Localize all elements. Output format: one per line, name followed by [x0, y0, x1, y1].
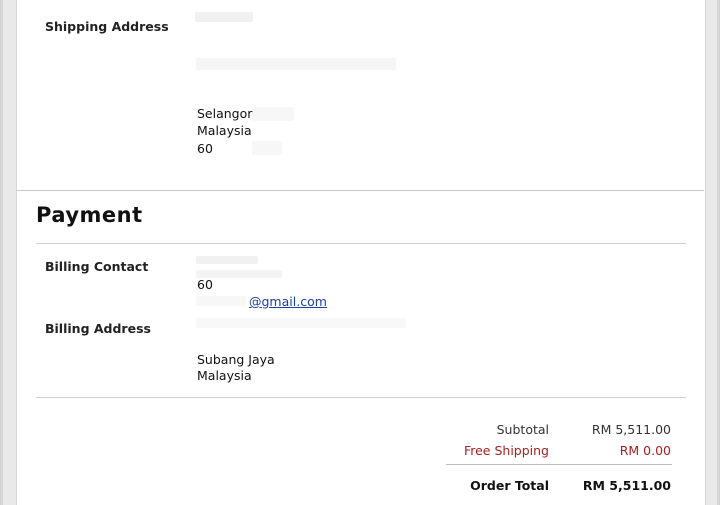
shipping-country: Malaysia	[197, 123, 252, 138]
section-divider	[16, 190, 704, 191]
redacted-text	[196, 256, 258, 264]
redacted-text	[196, 296, 246, 306]
window-edge-left	[0, 0, 3, 505]
payment-title-rule	[36, 243, 686, 244]
billing-contact-email-link[interactable]: @gmail.com	[249, 294, 327, 309]
shipping-address-label: Shipping Address	[45, 19, 169, 34]
redacted-text	[252, 141, 282, 155]
billing-contact-label: Billing Contact	[45, 259, 149, 274]
shipping-phone-prefix: 60	[197, 141, 213, 156]
subtotal-value: RM 5,511.00	[591, 422, 671, 437]
billing-address-label: Billing Address	[45, 321, 151, 336]
redacted-text	[196, 318, 406, 328]
order-total-value: RM 5,511.00	[582, 478, 671, 493]
redacted-text	[252, 107, 294, 121]
totals-rule	[446, 464, 672, 465]
redacted-text	[196, 58, 396, 70]
billing-contact-phone: 60	[197, 277, 213, 292]
billing-city: Subang Jaya	[197, 352, 275, 367]
order-total-label: Order Total	[470, 478, 549, 493]
billing-country: Malaysia	[197, 368, 252, 383]
subtotal-label: Subtotal	[496, 422, 549, 437]
shipping-state: Selangor	[197, 106, 253, 121]
redacted-text	[195, 12, 253, 22]
shipping-fee-value: RM 0.00	[619, 443, 671, 458]
payment-section-title: Payment	[36, 203, 143, 227]
shipping-fee-label: Free Shipping	[463, 443, 549, 458]
totals-top-rule	[36, 397, 686, 398]
